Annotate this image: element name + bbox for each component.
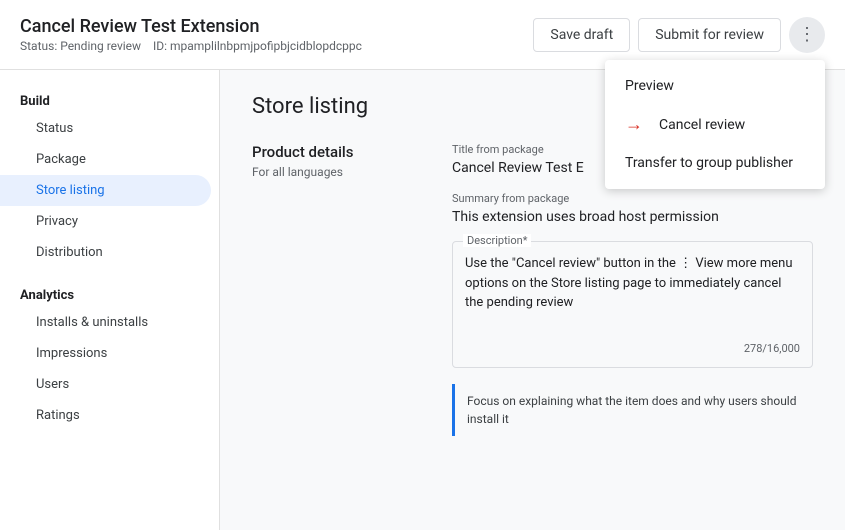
- description-label: Description*: [463, 234, 531, 247]
- sidebar-item-privacy[interactable]: Privacy: [0, 206, 211, 237]
- arrow-icon: →: [625, 114, 643, 135]
- more-icon: ⋮: [798, 24, 816, 45]
- sidebar-item-installs[interactable]: Installs & uninstalls: [0, 307, 211, 338]
- summary-label: Summary from package: [452, 192, 813, 205]
- dropdown-item-preview[interactable]: Preview: [605, 68, 825, 104]
- page-title: Cancel Review Test Extension: [20, 16, 362, 37]
- hint-text: Focus on explaining what the item does a…: [467, 394, 797, 426]
- description-box[interactable]: Description* Use the "Cancel review" but…: [452, 241, 813, 368]
- submit-review-button[interactable]: Submit for review: [638, 18, 781, 52]
- analytics-section-header: Analytics: [0, 280, 219, 307]
- build-section-header: Build: [0, 86, 219, 113]
- save-draft-button[interactable]: Save draft: [533, 18, 630, 52]
- id-text: ID: mpamplilnbpmjpofipbjcidblopdcppc: [153, 39, 362, 53]
- header-actions: Save draft Submit for review ⋮: [533, 17, 825, 53]
- dropdown-menu: Preview → Cancel review Transfer to grou…: [605, 60, 825, 189]
- left-column: Product details For all languages: [252, 143, 412, 436]
- for-all-languages: For all languages: [252, 165, 412, 179]
- hint-box: Focus on explaining what the item does a…: [452, 384, 813, 436]
- sidebar-item-distribution[interactable]: Distribution: [0, 237, 211, 268]
- sidebar-item-status[interactable]: Status: [0, 113, 211, 144]
- sidebar: Build Status Package Store listing Priva…: [0, 70, 220, 530]
- status-text: Status: Pending review: [20, 39, 141, 53]
- header-left: Cancel Review Test Extension Status: Pen…: [20, 16, 362, 53]
- product-details-title: Product details: [252, 143, 412, 161]
- description-text[interactable]: Use the "Cancel review" button in the ⋮ …: [465, 254, 800, 334]
- more-menu-button[interactable]: ⋮: [789, 17, 825, 53]
- description-count: 278/16,000: [465, 342, 800, 355]
- dropdown-item-transfer[interactable]: Transfer to group publisher: [605, 145, 825, 181]
- sidebar-item-package[interactable]: Package: [0, 144, 211, 175]
- summary-value: This extension uses broad host permissio…: [452, 209, 752, 225]
- header-subtitle: Status: Pending review ID: mpamplilnbpmj…: [20, 39, 362, 53]
- sidebar-item-impressions[interactable]: Impressions: [0, 338, 211, 369]
- sidebar-item-store-listing[interactable]: Store listing: [0, 175, 211, 206]
- dropdown-item-cancel-review[interactable]: → Cancel review: [605, 104, 825, 145]
- sidebar-item-users[interactable]: Users: [0, 369, 211, 400]
- sidebar-item-ratings[interactable]: Ratings: [0, 400, 211, 431]
